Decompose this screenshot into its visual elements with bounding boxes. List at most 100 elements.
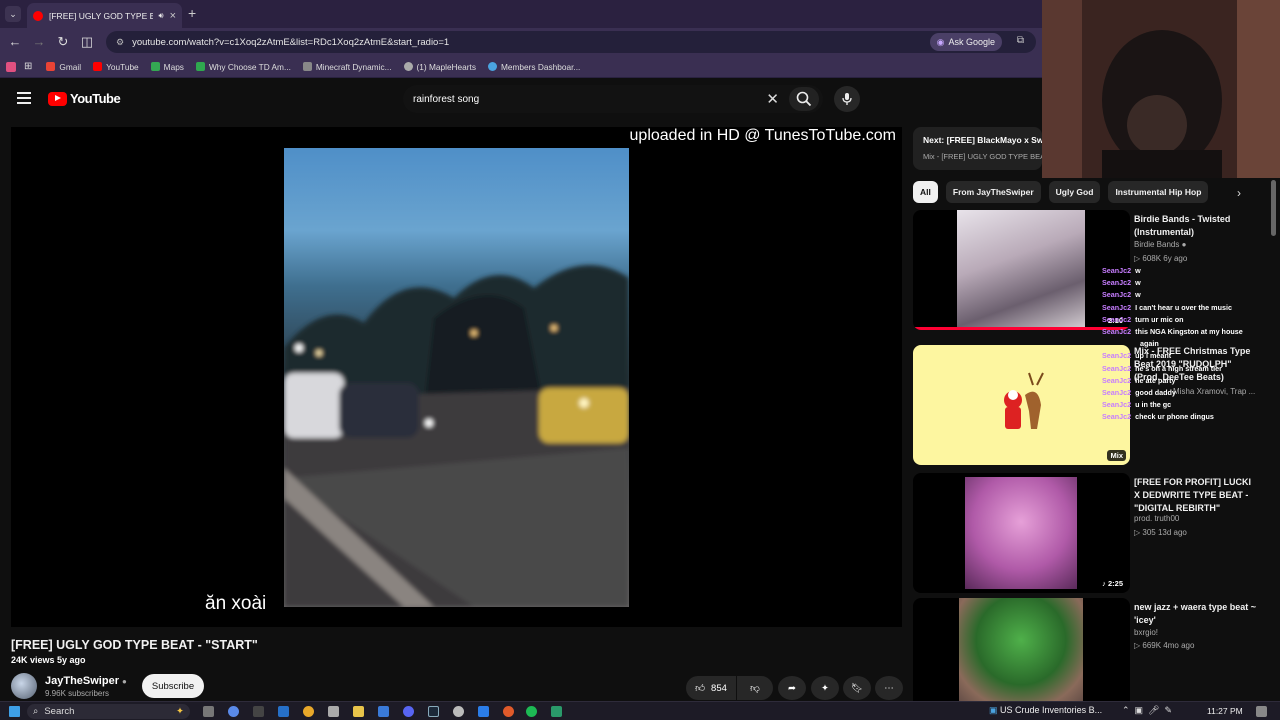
santa-reindeer-image: [1004, 372, 1044, 429]
app-icon[interactable]: [503, 706, 514, 717]
channel-label: Birdie Bands: [1134, 240, 1180, 249]
td-bank-icon: [195, 62, 205, 71]
site-info-icon[interactable]: ⚙: [116, 37, 124, 48]
browser-tab-active[interactable]: [FREE] UGLY GOD TYPE BEAT 🔊︎ ×: [27, 3, 182, 28]
file-explorer-icon[interactable]: [353, 706, 364, 717]
tab-search-button[interactable]: ⌄: [5, 6, 21, 22]
webcam-overlay: [1042, 0, 1280, 178]
all-bookmarks-icon[interactable]: ⊞: [24, 61, 32, 72]
news-text: US Crude Inventories B...: [1000, 705, 1103, 715]
search-highlight-icon: ✦: [176, 706, 184, 717]
taskbar-search[interactable]: ⌕ Search ✦: [27, 704, 190, 719]
dislike-button[interactable]: 👎︎: [737, 676, 773, 700]
chat-user: SeanJc2: [1102, 388, 1132, 398]
youtube-icon: [93, 62, 103, 71]
new-tab-button[interactable]: +: [188, 5, 196, 21]
address-bar[interactable]: ⚙ youtube.com/watch?v=c1Xoq2zAtmE&list=R…: [106, 31, 1036, 53]
bookmark-minecraft[interactable]: Minecraft Dynamic...: [302, 62, 392, 72]
browser-icon[interactable]: [453, 706, 464, 717]
chat-text: this NGA Kingston at my house: [1135, 327, 1243, 337]
maps-icon: [150, 62, 160, 71]
reload-icon[interactable]: ↻: [55, 34, 71, 50]
channel-name[interactable]: JayTheSwiper ●: [45, 675, 127, 687]
photos-icon[interactable]: [378, 706, 389, 717]
ask-google-button[interactable]: ◉ Ask Google: [929, 33, 1002, 51]
task-view-icon[interactable]: [203, 706, 214, 717]
ask-ai-button[interactable]: ✦: [811, 676, 839, 700]
bookmark-td[interactable]: Why Choose TD Am...: [195, 62, 291, 72]
subscribe-button[interactable]: Subscribe: [142, 674, 204, 698]
start-icon[interactable]: [9, 706, 20, 717]
bookmark-maps[interactable]: Maps: [150, 62, 184, 72]
clear-search-icon[interactable]: ✕: [766, 90, 779, 108]
search-icon: ⌕: [33, 706, 39, 717]
search-input[interactable]: rainforest song ✕: [403, 85, 823, 113]
chat-text: check ur phone dingus: [1135, 412, 1214, 422]
video-thumbnail[interactable]: ♪ 2:25: [913, 473, 1130, 593]
like-button[interactable]: 👍︎ 854: [686, 676, 736, 700]
search-button[interactable]: [789, 87, 819, 111]
like-count: 854: [711, 682, 727, 694]
recommendation-item[interactable]: new jazz + waera type beat ~ 'icey' bxrg…: [913, 598, 1258, 718]
menu-icon[interactable]: [17, 92, 31, 104]
chat-user: SeanJc2: [1102, 375, 1132, 385]
copilot-icon[interactable]: [228, 706, 239, 717]
channel-avatar[interactable]: [11, 673, 37, 699]
chat-text: he ate party: [1135, 375, 1176, 385]
share-icon: ➦: [788, 682, 796, 694]
video-watermark: uploaded in HD @ TunesToTube.com: [629, 127, 896, 144]
calculator-icon[interactable]: [253, 706, 264, 717]
voice-search-button[interactable]: [834, 86, 860, 112]
bookmarks-bar: ⊞ Gmail YouTube Maps Why Choose TD Am...…: [0, 56, 1042, 78]
tab-audio-icon[interactable]: 🔊︎: [159, 11, 164, 21]
video-thumbnail[interactable]: 2:10: [913, 210, 1130, 330]
video-thumbnail[interactable]: Mix: [913, 345, 1130, 465]
share-button[interactable]: ➦: [778, 676, 806, 700]
bookmark-icon: 🔖︎: [850, 682, 864, 694]
watch-progress-bar: [913, 327, 1130, 330]
news-widget[interactable]: ▣ US Crude Inventories B...: [989, 705, 1102, 716]
steam-icon[interactable]: [428, 706, 439, 717]
app-icon[interactable]: [328, 706, 339, 717]
bookmark-members[interactable]: Members Dashboar...: [488, 62, 580, 72]
tab-close-icon[interactable]: ×: [170, 10, 176, 22]
chat-message: SeanJc2 w: [1102, 265, 1243, 277]
spotify-icon[interactable]: [526, 706, 537, 717]
bookmark-maplehearts[interactable]: (1) MapleHearts: [403, 62, 476, 72]
notifications-icon[interactable]: [1256, 706, 1267, 717]
app-icon[interactable]: [478, 706, 489, 717]
bookmark-gmail[interactable]: Gmail: [46, 62, 81, 72]
youtube-logo[interactable]: YouTube: [48, 91, 121, 106]
apps-icon[interactable]: [6, 61, 16, 72]
clock[interactable]: 11:27 PM: [1207, 706, 1243, 716]
chips-next-chevron-icon[interactable]: ›: [1237, 186, 1241, 200]
recommendation-item[interactable]: ♪ 2:25 [FREE FOR PROFIT] LUCKI X DEDWRIT…: [913, 473, 1258, 593]
discord-icon[interactable]: [403, 706, 414, 717]
install-icon[interactable]: ⧉: [1017, 35, 1024, 46]
duration-text: 2:25: [1107, 579, 1123, 588]
up-next-panel[interactable]: Next: [FREE] BlackMayo x Sw Mix - [FREE]…: [913, 127, 1042, 170]
chip-from-channel[interactable]: From JayTheSwiper: [945, 181, 1041, 203]
chat-user: SeanJc2: [1102, 363, 1132, 373]
chat-user: SeanJc2: [1102, 327, 1132, 337]
back-icon[interactable]: ←: [7, 34, 23, 50]
filter-chips: All From JayTheSwiper Ugly God Instrumen…: [913, 181, 1209, 203]
bookmark-youtube[interactable]: YouTube: [93, 62, 139, 72]
chat-user: SeanJc2: [1102, 314, 1132, 324]
video-thumbnail[interactable]: [913, 598, 1130, 718]
chip-instrumental-hip-hop[interactable]: Instrumental Hip Hop: [1108, 181, 1209, 203]
save-button[interactable]: 🔖︎: [843, 676, 871, 700]
scrollbar[interactable]: [1271, 180, 1276, 236]
more-actions-button[interactable]: ⋯: [875, 676, 903, 700]
outlook-icon[interactable]: [278, 706, 289, 717]
app-icon[interactable]: [551, 706, 562, 717]
forward-icon[interactable]: →: [31, 34, 47, 50]
chat-text: w: [1135, 278, 1141, 288]
chrome-icon[interactable]: [303, 706, 314, 717]
side-panel-icon[interactable]: ◫: [79, 34, 95, 50]
chip-all[interactable]: All: [913, 181, 938, 203]
youtube-favicon-icon: [33, 10, 43, 21]
chip-ugly-god[interactable]: Ugly God: [1048, 181, 1101, 203]
system-tray-icons[interactable]: ⌃▣🎤︎✎: [1122, 705, 1177, 716]
video-player[interactable]: uploaded in HD @ TunesToTube.com ăn xoài: [11, 127, 902, 627]
